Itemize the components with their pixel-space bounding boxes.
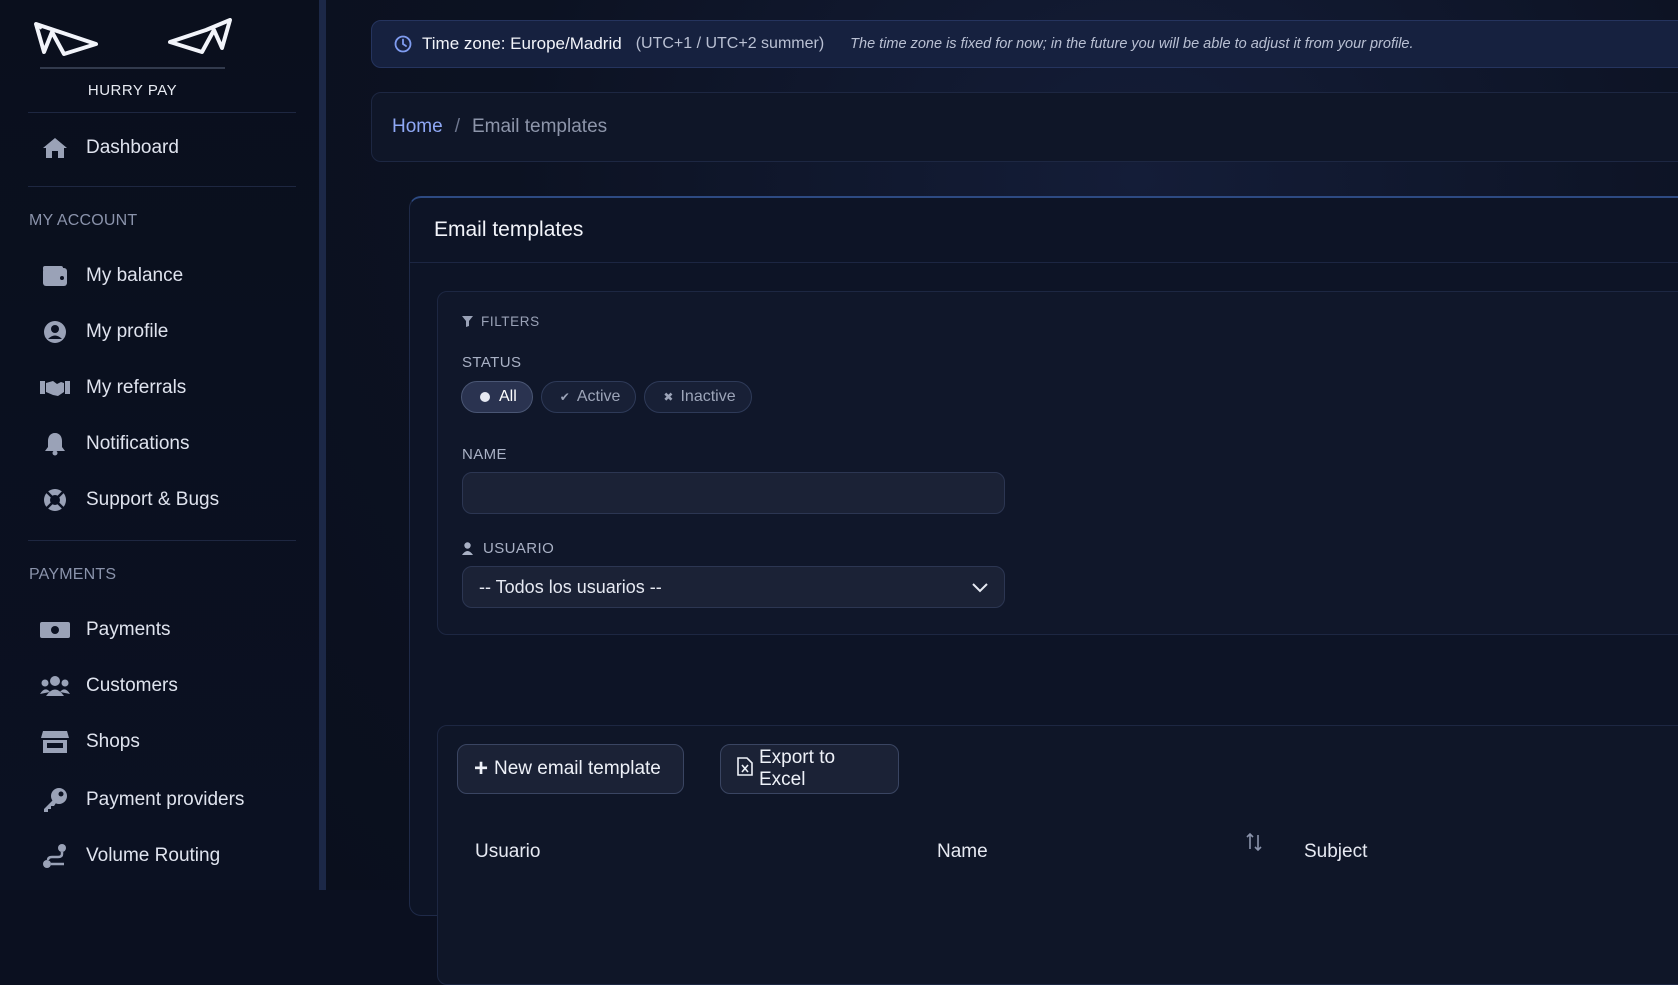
page-title: Email templates	[434, 218, 584, 241]
sidebar-item-label: Payment providers	[86, 789, 245, 810]
sidebar-item-label: Customers	[86, 675, 178, 696]
sidebar-item-label: Shops	[86, 731, 140, 752]
bell-icon	[40, 429, 70, 459]
sidebar-item-label: My balance	[86, 265, 184, 286]
email-templates-card: Email templates FILTERS STATUS All ✔ Act…	[409, 196, 1678, 985]
user-label-text: USUARIO	[483, 540, 555, 557]
sidebar-item-label: Volume Routing	[86, 845, 221, 866]
sidebar-item-notifications[interactable]: Notifications	[28, 422, 296, 466]
plus-icon: +	[474, 755, 489, 782]
card-header-divider	[410, 262, 1678, 263]
sidebar-item-payments[interactable]: Payments	[28, 608, 296, 652]
sidebar-item-my-profile[interactable]: My profile	[28, 310, 296, 354]
sidebar-divider	[28, 186, 296, 187]
breadcrumb-separator: /	[454, 116, 460, 137]
sidebar-item-support-bugs[interactable]: Support & Bugs	[28, 478, 296, 522]
file-excel-icon	[737, 757, 753, 781]
user-select[interactable]: -- Todos los usuarios --	[462, 566, 1005, 608]
status-pill-label: Inactive	[680, 388, 736, 405]
user-icon	[462, 542, 473, 555]
store-icon	[40, 727, 70, 757]
user-select-value: -- Todos los usuarios --	[479, 576, 662, 597]
dot-icon	[480, 392, 490, 402]
table-panel: + New email template Export to Excel Usu…	[437, 725, 1678, 985]
filters-heading-label: FILTERS	[481, 314, 540, 329]
sidebar-divider	[28, 112, 296, 113]
user-circle-icon	[40, 317, 70, 347]
sidebar-divider	[28, 540, 296, 541]
clock-icon	[394, 35, 412, 53]
status-pill-active[interactable]: ✔ Active	[540, 381, 637, 413]
timezone-note: The time zone is fixed for now; in the f…	[850, 36, 1414, 52]
timezone-banner: Time zone: Europe/Madrid (UTC+1 / UTC+2 …	[371, 20, 1678, 68]
sidebar-item-label: Dashboard	[86, 137, 179, 158]
breadcrumb: Home / Email templates	[371, 92, 1678, 162]
users-icon	[40, 671, 70, 701]
name-filter-input[interactable]	[462, 472, 1005, 514]
handshake-icon	[40, 373, 70, 403]
status-filter-group: All ✔ Active ✖ Inactive	[461, 381, 752, 413]
section-label-my-account: MY ACCOUNT	[29, 212, 138, 229]
filter-icon	[462, 316, 473, 327]
x-icon: ✖	[663, 390, 674, 404]
name-label: NAME	[462, 446, 507, 463]
sidebar: HURRY PAY Dashboard MY ACCOUNT My balanc…	[0, 0, 326, 890]
breadcrumb-home-link[interactable]: Home	[392, 116, 443, 138]
status-pill-label: Active	[576, 388, 621, 405]
key-icon	[40, 785, 70, 815]
brand-logo[interactable]: HURRY PAY	[30, 18, 235, 103]
breadcrumb-current: Email templates	[471, 116, 608, 137]
export-excel-button[interactable]: Export to Excel	[720, 744, 899, 794]
status-pill-label: All	[499, 388, 517, 405]
new-email-template-button[interactable]: + New email template	[457, 744, 684, 794]
sidebar-item-volume-routing[interactable]: Volume Routing	[28, 834, 296, 878]
sort-icon[interactable]	[1246, 832, 1262, 852]
column-header-name[interactable]: Name	[937, 841, 988, 863]
new-email-template-label: New email template	[494, 758, 661, 779]
home-icon	[40, 133, 70, 163]
section-label-payments: PAYMENTS	[29, 566, 117, 583]
status-pill-all[interactable]: All	[461, 381, 533, 413]
sidebar-item-label: Payments	[86, 619, 171, 640]
column-header-usuario[interactable]: Usuario	[475, 841, 540, 863]
check-icon: ✔	[559, 390, 570, 404]
brand-name: HURRY PAY	[87, 82, 178, 99]
sidebar-item-label: Support & Bugs	[86, 489, 220, 510]
filters-panel: FILTERS STATUS All ✔ Active ✖ Inactive N…	[437, 291, 1678, 635]
sidebar-item-label: Notifications	[86, 433, 190, 454]
lifebuoy-icon	[40, 485, 70, 515]
chevron-down-icon	[972, 583, 988, 593]
export-excel-label: Export to Excel	[759, 747, 836, 790]
filters-heading: FILTERS	[462, 314, 540, 329]
sidebar-item-shops[interactable]: Shops	[28, 720, 296, 764]
sidebar-item-label: My profile	[86, 321, 169, 342]
logo-mark-icon	[34, 18, 232, 69]
user-label: USUARIO	[462, 540, 554, 557]
status-pill-inactive[interactable]: ✖ Inactive	[644, 381, 752, 413]
sidebar-item-my-referrals[interactable]: My referrals	[28, 366, 296, 410]
route-icon	[40, 841, 70, 871]
column-header-subject[interactable]: Subject	[1304, 841, 1367, 863]
status-label: STATUS	[462, 354, 522, 371]
sidebar-item-label: My referrals	[86, 377, 187, 398]
sidebar-item-customers[interactable]: Customers	[28, 664, 296, 708]
timezone-title: Time zone: Europe/Madrid	[422, 34, 622, 53]
wallet-icon	[40, 261, 70, 291]
timezone-offset: (UTC+1 / UTC+2 summer)	[635, 35, 825, 52]
money-bill-icon	[40, 615, 70, 645]
sidebar-item-my-balance[interactable]: My balance	[28, 254, 296, 298]
sidebar-item-payment-providers[interactable]: Payment providers	[28, 778, 296, 822]
sidebar-item-dashboard[interactable]: Dashboard	[28, 126, 296, 170]
